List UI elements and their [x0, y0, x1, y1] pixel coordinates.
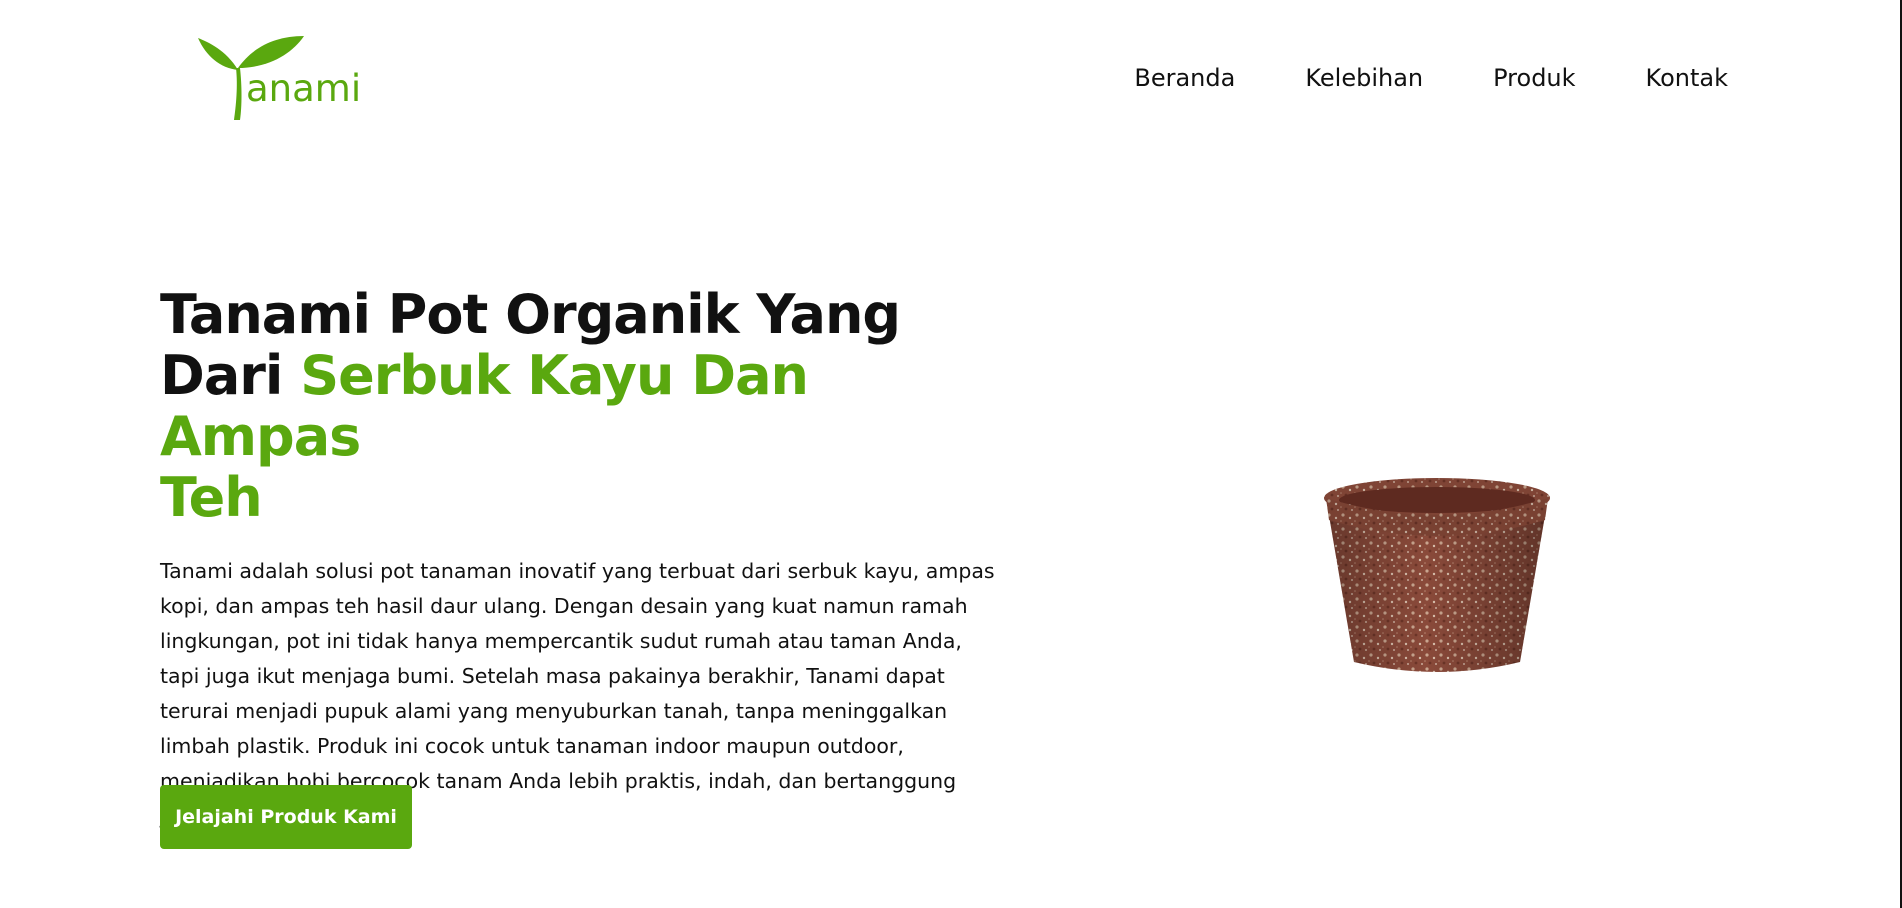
- brand-logo[interactable]: anami: [196, 28, 361, 128]
- site-header: anami Beranda Kelebihan Produk Kontak: [0, 0, 1900, 160]
- landing-page: anami Beranda Kelebihan Produk Kontak Ta…: [0, 0, 1902, 908]
- main-nav: Beranda Kelebihan Produk Kontak: [1134, 66, 1728, 90]
- nav-item-kontak[interactable]: Kontak: [1646, 66, 1728, 90]
- hero-title: Tanami Pot Organik Yang Dari Serbuk Kayu…: [160, 284, 1000, 528]
- hero-section: Tanami Pot Organik Yang Dari Serbuk Kayu…: [160, 284, 1000, 834]
- logo-text: anami: [246, 67, 362, 110]
- hero-title-line3-accent: Teh: [160, 466, 263, 529]
- hero-title-line2-plain: Dari: [160, 344, 283, 407]
- hero-title-line1: Tanami Pot Organik Yang: [160, 283, 901, 346]
- nav-item-kelebihan[interactable]: Kelebihan: [1305, 66, 1423, 90]
- nav-item-produk[interactable]: Produk: [1493, 66, 1575, 90]
- nav-item-beranda[interactable]: Beranda: [1134, 66, 1235, 90]
- organic-pot-image: [1312, 470, 1562, 690]
- explore-products-button[interactable]: Jelajahi Produk Kami: [160, 785, 412, 849]
